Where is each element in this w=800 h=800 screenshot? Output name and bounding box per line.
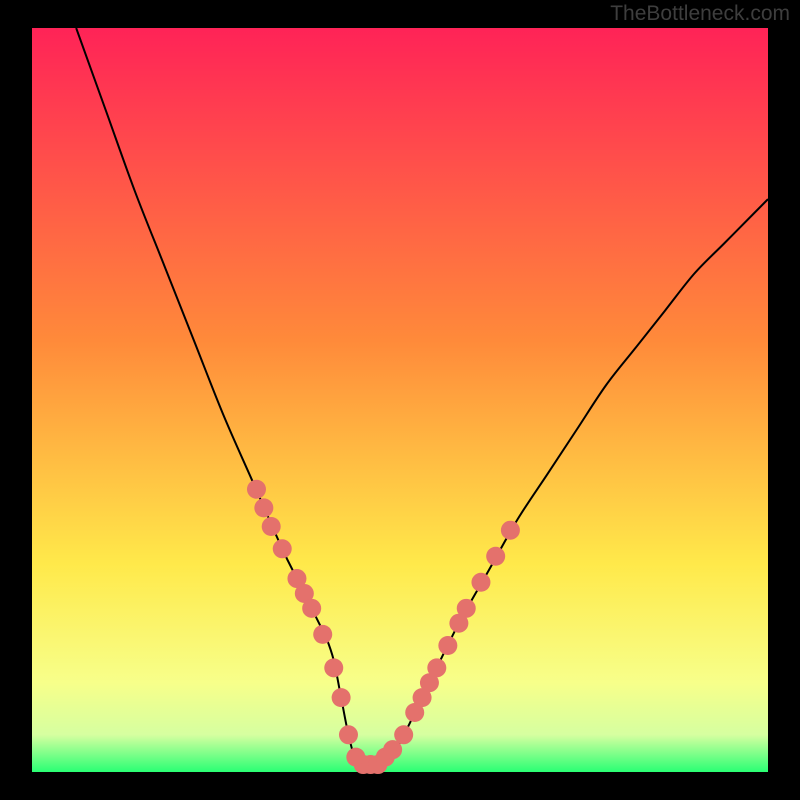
data-marker [313,625,332,644]
data-marker [324,658,343,677]
data-marker [247,480,266,499]
data-marker [394,725,413,744]
data-marker [254,498,273,517]
watermark-text: TheBottleneck.com [610,2,790,26]
data-marker [262,517,281,536]
data-marker [339,725,358,744]
chart-container: TheBottleneck.com [0,0,800,800]
data-marker [471,573,490,592]
plot-area [32,28,768,772]
data-marker [302,599,321,618]
data-marker [457,599,476,618]
data-marker [332,688,351,707]
data-marker [273,539,292,558]
data-marker [486,547,505,566]
data-marker [438,636,457,655]
data-marker [427,658,446,677]
chart-svg [0,0,800,800]
data-marker [501,521,520,540]
